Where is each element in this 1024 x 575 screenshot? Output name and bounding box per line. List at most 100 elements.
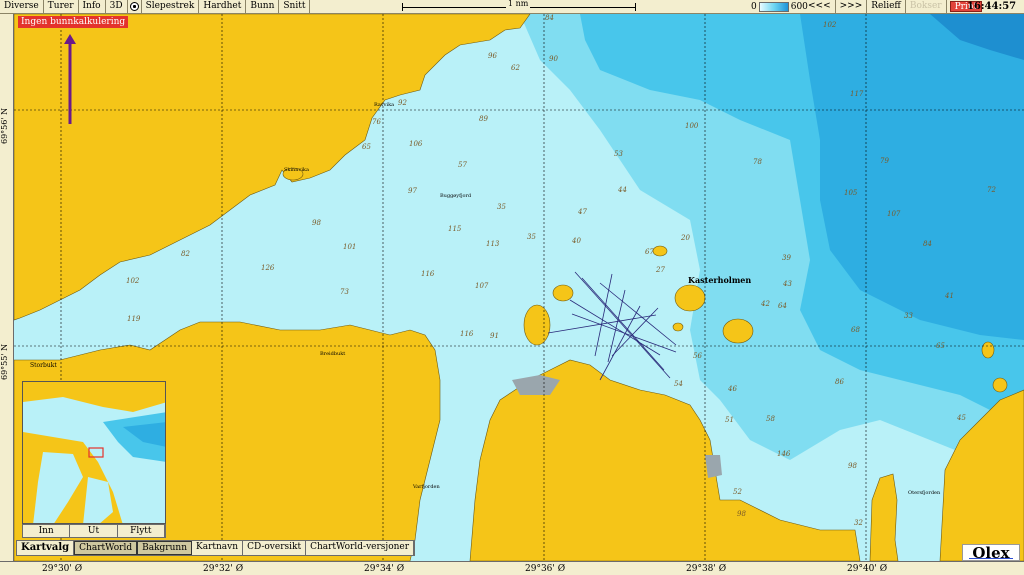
place-kasterholmen: Kasterholmen	[688, 275, 752, 285]
minimap-canvas[interactable]	[23, 382, 166, 524]
depth-label: 35	[497, 203, 506, 211]
place-buggyfjord: Buggøyfjord	[440, 193, 472, 199]
island-kasterholmen	[674, 284, 706, 312]
depth-label: 56	[693, 352, 702, 360]
overview-minimap[interactable]	[22, 381, 166, 524]
depth-label: 84	[545, 14, 554, 22]
depth-label: 20	[681, 234, 690, 242]
depth-label: 117	[850, 90, 864, 98]
depth-label: 46	[728, 385, 737, 393]
minimap-buttons: Inn Ut Flytt	[22, 524, 166, 538]
scale-label: 1 nm	[506, 0, 531, 8]
depth-label: 107	[887, 210, 901, 218]
depth-label: 96	[488, 52, 497, 60]
depth-label: 64	[778, 302, 787, 310]
depth-label: 126	[261, 264, 275, 272]
island	[981, 341, 995, 359]
depth-label: 105	[844, 189, 858, 197]
depth-label: 86	[835, 378, 844, 386]
island	[523, 304, 551, 346]
depth-label: 98	[737, 510, 746, 518]
zoom-in-button[interactable]: Inn	[23, 525, 71, 537]
depth-label: 65	[362, 143, 371, 151]
chart-select-bar: Kartvalg ChartWorld Bakgrunn Kartnavn CD…	[16, 540, 416, 556]
boxes-button[interactable]: Bokser	[906, 0, 947, 13]
place-breidbukt: Breidbukt	[320, 351, 346, 357]
depth-label: 27	[656, 266, 665, 274]
chartworld-versions-button[interactable]: ChartWorld-versjoner	[306, 541, 415, 555]
depth-label: 91	[490, 332, 499, 340]
longitude-label: 29°38' Ø	[686, 564, 727, 574]
latitude-label: 69°56' N	[0, 107, 9, 144]
depth-label: 53	[614, 150, 623, 158]
clock: 16:44:57	[967, 1, 1017, 12]
depth-label: 65	[936, 342, 945, 350]
depth-gradient	[758, 2, 789, 12]
place-varfjorden: Varfjorden	[413, 484, 440, 490]
next-button[interactable]: >>>	[836, 0, 868, 13]
depth-label: 101	[343, 243, 357, 251]
depth-label: 40	[572, 237, 581, 245]
menu-slepestrek[interactable]: Slepestrek	[142, 0, 200, 13]
background-toggle[interactable]: Bakgrunn	[137, 541, 192, 555]
scale-bar: 1 nm	[402, 0, 636, 13]
right-toolbar: <<< >>> Relieff Bokser Print	[804, 0, 985, 13]
depth-label: 98	[848, 462, 857, 470]
prev-button[interactable]: <<<	[804, 0, 836, 13]
menu-diverse[interactable]: Diverse	[0, 0, 44, 13]
island	[992, 377, 1008, 393]
depth-label: 47	[578, 208, 587, 216]
depth-label: 102	[823, 21, 837, 29]
island	[672, 322, 684, 332]
depth-label: 89	[479, 115, 488, 123]
depth-label: 98	[312, 219, 321, 227]
menu-snitt[interactable]: Snitt	[279, 0, 311, 13]
depth-label: 100	[685, 122, 699, 130]
depth-label: 79	[880, 157, 889, 165]
depth-label: 113	[486, 240, 500, 248]
menu-bunn[interactable]: Bunn	[246, 0, 280, 13]
depth-label: 102	[126, 277, 140, 285]
target-icon[interactable]	[128, 0, 142, 13]
depth-label: 106	[409, 140, 423, 148]
chart-names-toggle[interactable]: Kartnavn	[192, 541, 244, 555]
longitude-label: 29°30' Ø	[42, 564, 83, 574]
depth-label: 35	[527, 233, 536, 241]
place-ravvika: Ravvika	[374, 102, 395, 108]
island	[652, 245, 668, 257]
depth-label: 73	[340, 288, 349, 296]
depth-label: 146	[777, 450, 791, 458]
menu-hardhet[interactable]: Hardhet	[199, 0, 247, 13]
depth-label: 97	[408, 187, 417, 195]
depth-label: 92	[398, 99, 407, 107]
depth-label: 42	[761, 300, 770, 308]
depth-label: 54	[674, 380, 683, 388]
menu-info[interactable]: Info	[79, 0, 106, 13]
depth-label: 57	[458, 161, 467, 169]
latitude-scale: 69°56' N 69°55' N	[0, 14, 14, 561]
depth-legend: 0 600	[751, 1, 808, 13]
chartworld-toggle[interactable]: ChartWorld	[74, 541, 138, 555]
depth-label: 52	[733, 488, 742, 496]
depth-label: 116	[460, 330, 474, 338]
depth-label: 45	[957, 414, 966, 422]
depth-label: 82	[181, 250, 190, 258]
longitude-scale: 29°30' Ø 29°32' Ø 29°34' Ø 29°36' Ø 29°3…	[0, 561, 1024, 575]
cd-overview-button[interactable]: CD-oversikt	[243, 541, 307, 555]
longitude-label: 29°34' Ø	[364, 564, 405, 574]
depth-label: 90	[549, 55, 558, 63]
menu-turer[interactable]: Turer	[44, 0, 79, 13]
latitude-label: 69°55' N	[0, 343, 9, 380]
zoom-out-button[interactable]: Ut	[70, 525, 118, 537]
depth-label: 32	[854, 519, 863, 527]
depth-label: 33	[904, 312, 913, 320]
menu-3d[interactable]: 3D	[106, 0, 128, 13]
depth-label: 62	[511, 64, 520, 72]
relieff-button[interactable]: Relieff	[867, 0, 906, 13]
depth-label: 67	[645, 248, 654, 256]
depth-label: 72	[987, 186, 996, 194]
warning-label: Ingen bunnkalkulering	[18, 16, 129, 28]
depth-label: 119	[127, 315, 141, 323]
move-button[interactable]: Flytt	[118, 525, 165, 537]
depth-label: 115	[448, 225, 462, 233]
